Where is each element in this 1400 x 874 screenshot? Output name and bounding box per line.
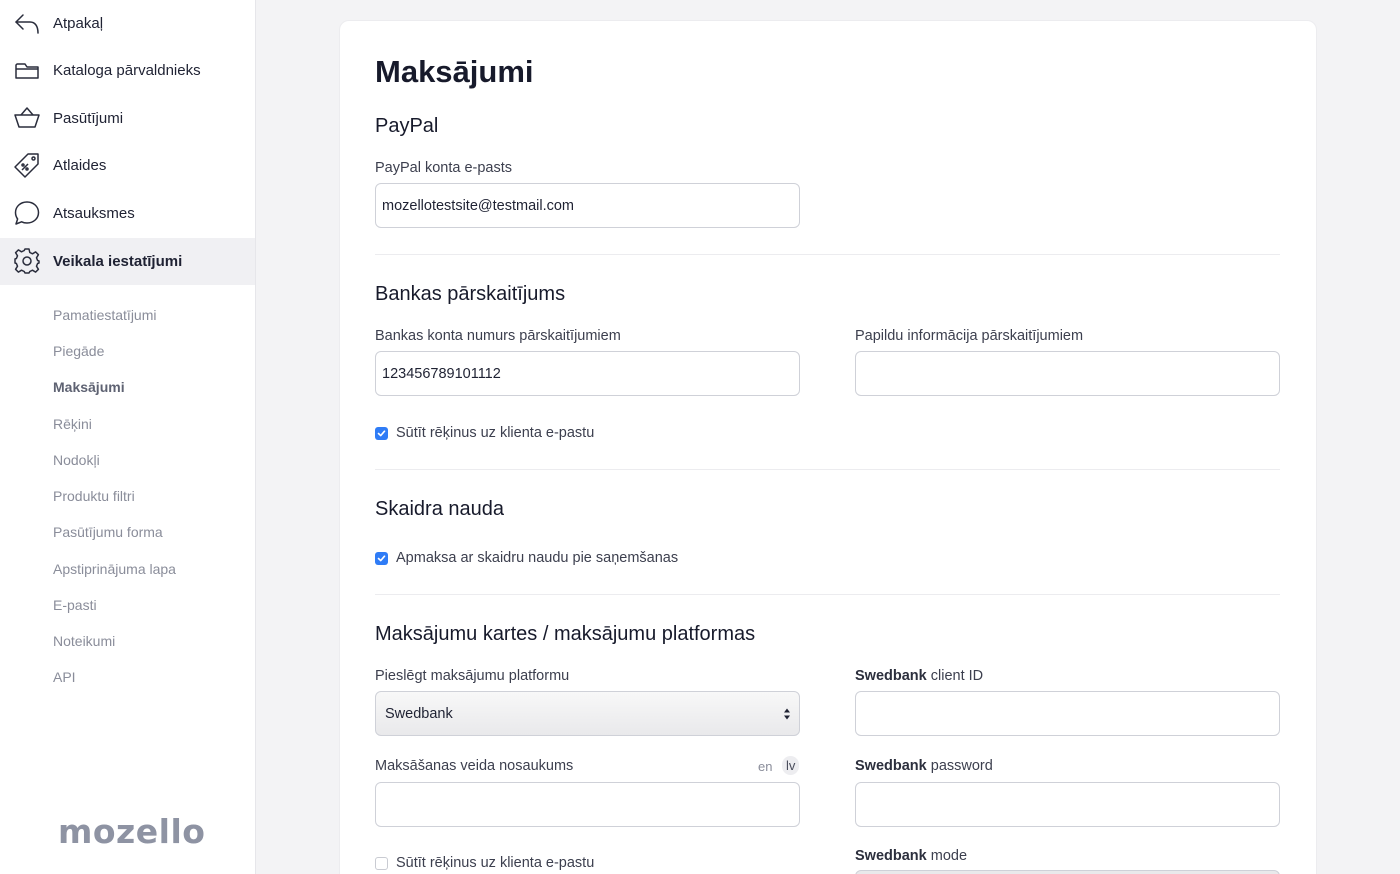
subnav-item-taxes[interactable]: Nodokļi xyxy=(53,452,100,468)
paypal-email-input[interactable] xyxy=(375,183,800,228)
swedbank-client-id-label: Swedbank client ID xyxy=(855,668,984,684)
folder-icon xyxy=(12,55,42,85)
swedbank-mode-label: Swedbank mode xyxy=(855,848,968,864)
gear-icon xyxy=(12,246,42,276)
select-arrows-icon xyxy=(784,708,790,720)
basket-icon xyxy=(12,103,42,133)
swedbank-mode-select[interactable] xyxy=(855,870,1280,874)
swedbank-client-id-input[interactable] xyxy=(855,691,1280,736)
bank-account-label: Bankas konta numurs pārskaitījumiem xyxy=(375,328,621,344)
nav-item-label: Pasūtījumi xyxy=(53,110,124,127)
nav-item-label: Veikala iestatījumi xyxy=(53,253,183,270)
back-arrow-icon xyxy=(12,8,42,38)
checkbox-unchecked-icon[interactable] xyxy=(375,856,388,870)
swedbank-password-label: Swedbank password xyxy=(855,758,993,774)
subnav-item-confirmation-page[interactable]: Apstiprinājuma lapa xyxy=(53,561,176,577)
nav-item-orders[interactable]: Pasūtījumi xyxy=(0,95,255,142)
platform-select[interactable]: Swedbank xyxy=(375,691,800,736)
page-title: Maksājumi xyxy=(375,54,534,89)
method-name-input[interactable] xyxy=(375,782,800,827)
bank-send-invoice-checkbox[interactable]: Sūtīt rēķinus uz klienta e-pastu xyxy=(375,425,594,441)
nav-item-label: Atlaides xyxy=(53,157,107,174)
divider xyxy=(375,254,1280,255)
nav-item-reviews[interactable]: Atsauksmes xyxy=(0,190,255,237)
platform-label: Pieslēgt maksājumu platformu xyxy=(375,668,570,684)
bank-info-label: Papildu informācija pārskaitījumiem xyxy=(855,328,1084,344)
section-title-paypal: PayPal xyxy=(375,115,439,137)
lang-tab-en[interactable]: en xyxy=(758,759,772,774)
nav-item-label: Atsauksmes xyxy=(53,205,135,222)
checkbox-label: Apmaksa ar skaidru naudu pie saņemšanas xyxy=(396,550,679,566)
bank-info-input[interactable] xyxy=(855,351,1280,396)
section-title-cash: Skaidra nauda xyxy=(375,498,504,520)
subnav-item-order-form[interactable]: Pasūtījumu forma xyxy=(53,524,163,540)
checkbox-label: Sūtīt rēķinus uz klienta e-pastu xyxy=(396,425,595,441)
section-title-bank-transfer: Bankas pārskaitījums xyxy=(375,283,566,305)
swedbank-password-input[interactable] xyxy=(855,782,1280,827)
subnav-item-basic-settings[interactable]: Pamatiestatījumi xyxy=(53,307,156,323)
subnav-item-invoices[interactable]: Rēķini xyxy=(53,416,92,432)
subnav-item-emails[interactable]: E-pasti xyxy=(53,597,97,613)
cash-on-delivery-checkbox[interactable]: Apmaksa ar skaidru naudu pie saņemšanas xyxy=(375,550,678,566)
paypal-email-label: PayPal konta e-pasts xyxy=(375,160,513,176)
nav-item-catalog[interactable]: Kataloga pārvaldnieks xyxy=(0,47,255,94)
chat-bubble-icon xyxy=(12,198,42,228)
subnav-item-payments[interactable]: Maksājumi xyxy=(53,379,125,395)
discount-tag-icon xyxy=(12,150,42,180)
divider xyxy=(375,469,1280,470)
subnav-item-product-filters[interactable]: Produktu filtri xyxy=(53,488,135,504)
subnav-item-api[interactable]: API xyxy=(53,669,76,685)
checkbox-checked-icon[interactable] xyxy=(375,426,388,440)
section-title-payment-platforms: Maksājumu kartes / maksājumu platformas xyxy=(375,623,756,645)
platform-select-value: Swedbank xyxy=(385,705,453,722)
divider xyxy=(375,594,1280,595)
mozello-logo: mozello xyxy=(58,812,206,851)
nav-item-label: Kataloga pārvaldnieks xyxy=(53,62,201,79)
nav-item-store-settings[interactable]: Veikala iestatījumi xyxy=(0,238,255,285)
nav-item-label: Atpakaļ xyxy=(53,15,104,32)
lang-tab-lv[interactable]: lv xyxy=(782,756,800,775)
nav-item-back[interactable]: Atpakaļ xyxy=(0,0,255,47)
subnav-item-terms[interactable]: Noteikumi xyxy=(53,633,115,649)
checkbox-checked-icon[interactable] xyxy=(375,551,388,565)
sidebar: Atpakaļ Kataloga pārvaldnieks Pasūtījumi xyxy=(0,0,256,874)
subnav-item-delivery[interactable]: Piegāde xyxy=(53,343,104,359)
settings-card xyxy=(339,20,1317,874)
bank-account-input[interactable] xyxy=(375,351,800,396)
nav-item-discounts[interactable]: Atlaides xyxy=(0,142,255,189)
method-name-label: Maksāšanas veida nosaukums xyxy=(375,758,574,774)
checkbox-label: Sūtīt rēķinus uz klienta e-pastu xyxy=(396,855,595,871)
platform-send-invoice-checkbox[interactable]: Sūtīt rēķinus uz klienta e-pastu xyxy=(375,855,594,871)
